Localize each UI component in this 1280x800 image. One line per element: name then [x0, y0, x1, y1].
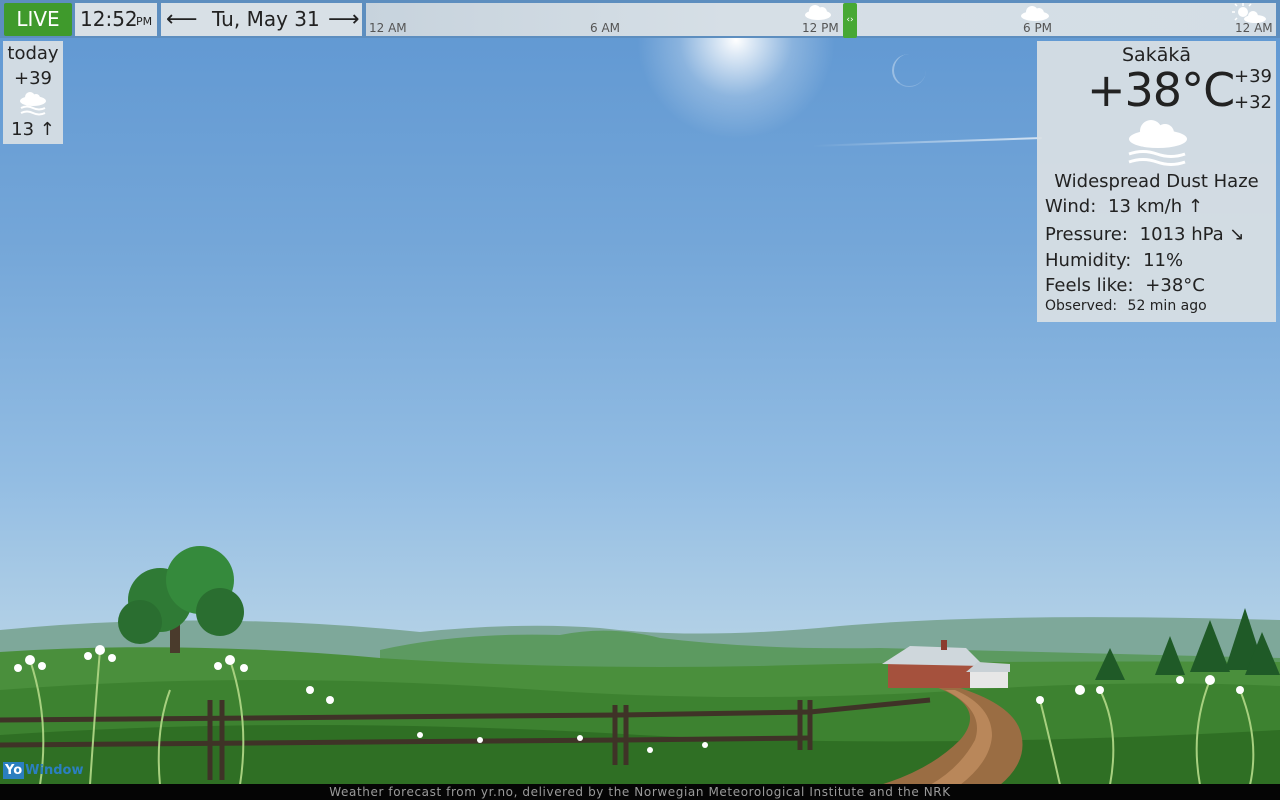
- pressure-label: Pressure:: [1045, 224, 1128, 245]
- today-temp: +39: [14, 68, 52, 89]
- wind-label: Wind:: [1045, 196, 1097, 217]
- current-temp: +38°C: [1087, 63, 1235, 117]
- tick-6pm: 6 PM: [1023, 21, 1053, 35]
- date-navigator: ⟵ Tu, May 31 ⟶: [161, 3, 362, 36]
- timeline[interactable]: 12 AM 6 AM 12 PM 6 PM 12 AM ‹›: [366, 3, 1276, 38]
- live-button[interactable]: LIVE: [4, 3, 72, 36]
- logo-yo: Yo: [3, 762, 25, 779]
- feels-like-label: Feels like:: [1045, 275, 1134, 296]
- landscape-scene: [0, 546, 1280, 785]
- tick-12am: 12 AM: [369, 21, 407, 35]
- observed-row: Observed: 52 min ago: [1045, 298, 1207, 314]
- today-label: today: [7, 43, 59, 64]
- pressure-value: 1013 hPa ↘: [1139, 224, 1245, 245]
- cloud-icon: [805, 5, 831, 20]
- date-label: Tu, May 31: [212, 7, 320, 31]
- contrail: [811, 136, 1042, 147]
- tick-6am: 6 AM: [590, 21, 621, 35]
- dust-haze-icon: [1128, 120, 1187, 166]
- dust-haze-icon: [20, 92, 46, 116]
- humidity-label: Humidity:: [1045, 250, 1132, 271]
- today-wind: 13 ↑: [11, 119, 55, 140]
- clock-time: 12:52: [80, 7, 138, 31]
- partly-sunny-icon: [1232, 3, 1266, 23]
- feels-like-value: +38°C: [1145, 275, 1205, 296]
- clock-ampm: PM: [136, 15, 153, 28]
- observed-label: Observed:: [1045, 298, 1118, 314]
- current-weather-panel[interactable]: Sakākā +38°C +39 +32 Widespread Dust Haz…: [1037, 41, 1276, 322]
- temp-low: +32: [1234, 92, 1272, 113]
- feels-like-row: Feels like: +38°C: [1045, 275, 1205, 296]
- moon-icon: [892, 54, 926, 87]
- temp-high: +39: [1234, 66, 1272, 87]
- arrow-right-icon[interactable]: ⟶: [328, 3, 360, 36]
- cloud-icon: [1021, 6, 1049, 21]
- tick-12pm: 12 PM: [802, 21, 839, 35]
- footer-credit[interactable]: Weather forecast from yr.no, delivered b…: [0, 784, 1280, 800]
- condition-text: Widespread Dust Haze: [1054, 171, 1259, 192]
- pressure-row: Pressure: 1013 hPa ↘: [1045, 224, 1245, 245]
- now-marker[interactable]: ‹›: [843, 3, 857, 38]
- wind-row: Wind: 13 km/h ↑: [1045, 196, 1203, 217]
- arrow-left-icon[interactable]: ⟵: [166, 3, 198, 36]
- humidity-value: 11%: [1143, 250, 1184, 271]
- logo-window: Window: [25, 763, 84, 778]
- observed-value: 52 min ago: [1127, 298, 1207, 314]
- today-panel[interactable]: today +39 13 ↑: [3, 41, 63, 144]
- clock[interactable]: 12:52 PM: [75, 3, 157, 36]
- humidity-row: Humidity: 11%: [1045, 250, 1183, 271]
- yowindow-logo[interactable]: Yo Window: [3, 762, 84, 779]
- wind-value: 13 km/h ↑: [1108, 196, 1203, 217]
- top-bar: LIVE 12:52 PM ⟵ Tu, May 31 ⟶ 12 AM 6 AM …: [0, 0, 1280, 38]
